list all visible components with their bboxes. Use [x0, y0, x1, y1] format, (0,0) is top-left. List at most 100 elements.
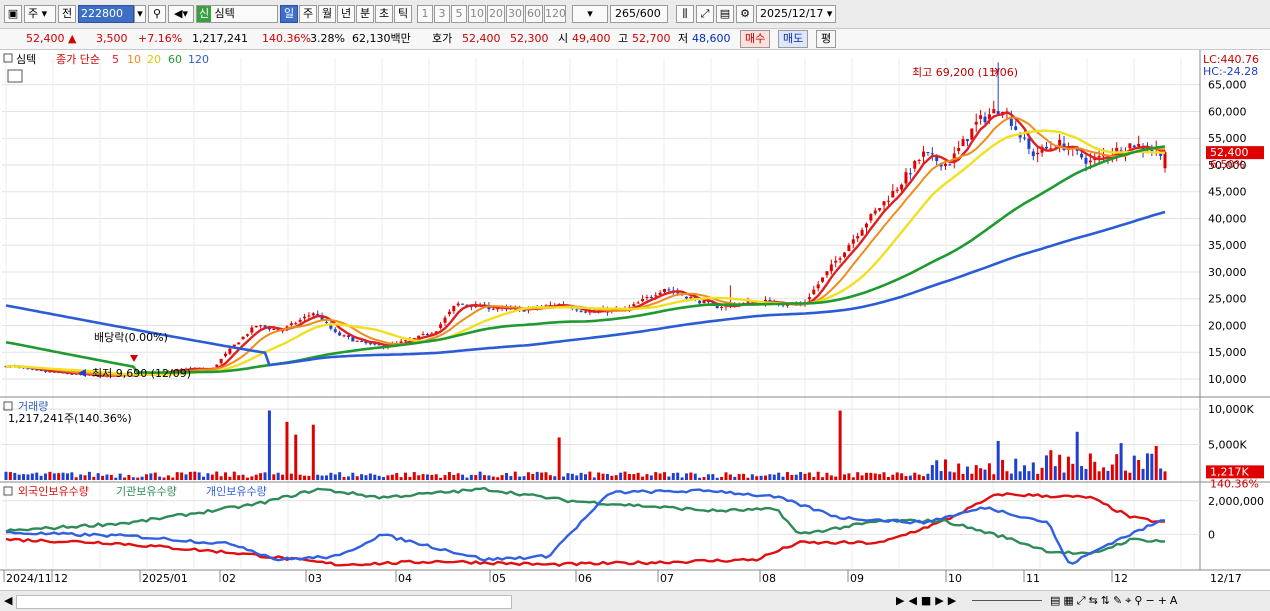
volume-bar	[882, 472, 886, 480]
period-button-2[interactable]: 월	[318, 5, 336, 23]
volume-bar	[1137, 459, 1141, 480]
volume-bar	[346, 476, 350, 480]
volume-bar	[131, 477, 135, 480]
candle-body	[316, 313, 320, 315]
volume-bar	[733, 476, 737, 480]
grid-toggle-icon[interactable]	[7, 69, 23, 83]
candle-body	[1137, 143, 1141, 147]
volume-bar	[720, 477, 724, 480]
chevron-down-icon[interactable]: ▾	[572, 5, 608, 23]
volume-bar	[1128, 472, 1132, 480]
interval-button-3[interactable]: 3	[434, 5, 450, 23]
buy-button[interactable]: 매수	[740, 30, 771, 48]
chevron-down-icon[interactable]: ▾	[134, 5, 146, 23]
candle-body	[360, 341, 364, 343]
candle-body	[961, 139, 965, 146]
candle-body	[1058, 139, 1062, 146]
volume-bar	[1159, 468, 1163, 480]
price-tick-label: 10,000	[1208, 373, 1247, 386]
candle-body	[1023, 137, 1027, 139]
volume-bar	[22, 474, 26, 480]
x-axis-label: 2024/11	[6, 572, 52, 585]
volume-bar	[386, 475, 390, 480]
gear-icon[interactable]: ⚙	[736, 5, 754, 23]
price-tick-label: 35,000	[1208, 239, 1247, 252]
candle-body	[926, 152, 930, 154]
candle-body	[575, 309, 579, 311]
interval-button-60[interactable]: 60	[525, 5, 543, 23]
volume-bar	[48, 471, 52, 480]
volume-bar	[4, 471, 8, 480]
volume-bar	[711, 474, 715, 480]
interval-button-10[interactable]: 10	[468, 5, 486, 23]
volume-bar	[1053, 466, 1057, 480]
volume-bar	[303, 475, 307, 480]
high-price: 52,700	[632, 32, 671, 45]
count-field[interactable]: 265/600	[610, 5, 668, 23]
interval-button-1[interactable]: 1	[417, 5, 433, 23]
tool-icons[interactable]: ▤▦⤢⇆⇅✎⌖⚲−+A	[1050, 594, 1180, 608]
scroll-bar[interactable]: ◀ ▶◀■▶▶ ▤▦⤢⇆⇅✎⌖⚲−+A	[0, 590, 1270, 611]
scroll-track[interactable]	[16, 595, 512, 609]
volume-bar	[408, 476, 412, 480]
candle-body	[443, 317, 447, 323]
x-axis-label: 04	[398, 572, 412, 585]
volume-bar	[144, 474, 148, 480]
low-annotation: 최저 9,690 (12/09)	[92, 367, 191, 380]
volume-bar	[597, 472, 601, 480]
period-button-0[interactable]: 일	[280, 5, 298, 23]
stock-name: 심텍	[214, 7, 235, 20]
period-button-3[interactable]: 년	[337, 5, 355, 23]
interval-button-120[interactable]: 120	[544, 5, 566, 23]
period-button-6[interactable]: 틱	[394, 5, 412, 23]
volume-bar	[237, 475, 241, 480]
candle-body	[684, 296, 688, 299]
volume-bar	[742, 473, 746, 480]
market-select[interactable]: 주 ▾	[24, 5, 56, 23]
volume-bar	[922, 476, 926, 480]
volume-bar	[465, 477, 469, 480]
volume-bar	[395, 473, 399, 480]
sell-button[interactable]: 매도	[778, 30, 809, 48]
interval-button-20[interactable]: 20	[487, 5, 505, 23]
volume-bar	[469, 474, 473, 480]
save-icon[interactable]: ▤	[716, 5, 734, 23]
volume-bar	[860, 475, 864, 480]
playback-controls[interactable]: ▶◀■▶▶	[896, 594, 960, 607]
layout-icon[interactable]: ▣	[4, 5, 22, 23]
candle-body	[224, 353, 228, 357]
volume-bar	[197, 472, 201, 480]
volume-bar	[1005, 471, 1009, 480]
stock-chart-svg[interactable]: 65,00060,00055,00050,00045,00040,00035,0…	[0, 50, 1270, 590]
candle-body	[311, 313, 315, 316]
volume-bar	[421, 474, 425, 480]
candle-body	[715, 305, 719, 309]
period-button-1[interactable]: 주	[299, 5, 317, 23]
candle-body	[491, 308, 495, 310]
date-field[interactable]: 2025/12/17 ▾	[756, 5, 836, 23]
volume-bar	[92, 476, 96, 480]
candle-body	[935, 157, 939, 162]
candle-icon[interactable]: ⫼	[676, 5, 694, 23]
volume-bar	[316, 474, 320, 480]
interval-button-30[interactable]: 30	[506, 5, 524, 23]
volume-bar	[65, 473, 69, 480]
line-tool-icon[interactable]: ⤢	[696, 5, 714, 23]
period-button-4[interactable]: 분	[356, 5, 374, 23]
scroll-left-icon[interactable]: ◀	[4, 594, 12, 607]
flat-button[interactable]: 평	[816, 30, 837, 48]
speaker-icon[interactable]: ◀▾	[168, 5, 194, 23]
prev-button[interactable]: 전	[58, 5, 76, 23]
volume-bar	[87, 471, 91, 480]
volume-bar	[807, 472, 811, 480]
zoom-slider[interactable]	[972, 600, 1042, 601]
stock-code-input[interactable]: 222800	[78, 5, 134, 23]
search-icon[interactable]: ⚲	[148, 5, 166, 23]
stock-name-field[interactable]: 신 심텍	[196, 5, 278, 23]
interval-button-5[interactable]: 5	[451, 5, 467, 23]
volume-bar	[970, 473, 974, 480]
volume-bar	[575, 475, 579, 480]
volume-bar	[1040, 467, 1044, 480]
volume-ratio: 140.36%	[262, 32, 311, 45]
period-button-5[interactable]: 초	[375, 5, 393, 23]
